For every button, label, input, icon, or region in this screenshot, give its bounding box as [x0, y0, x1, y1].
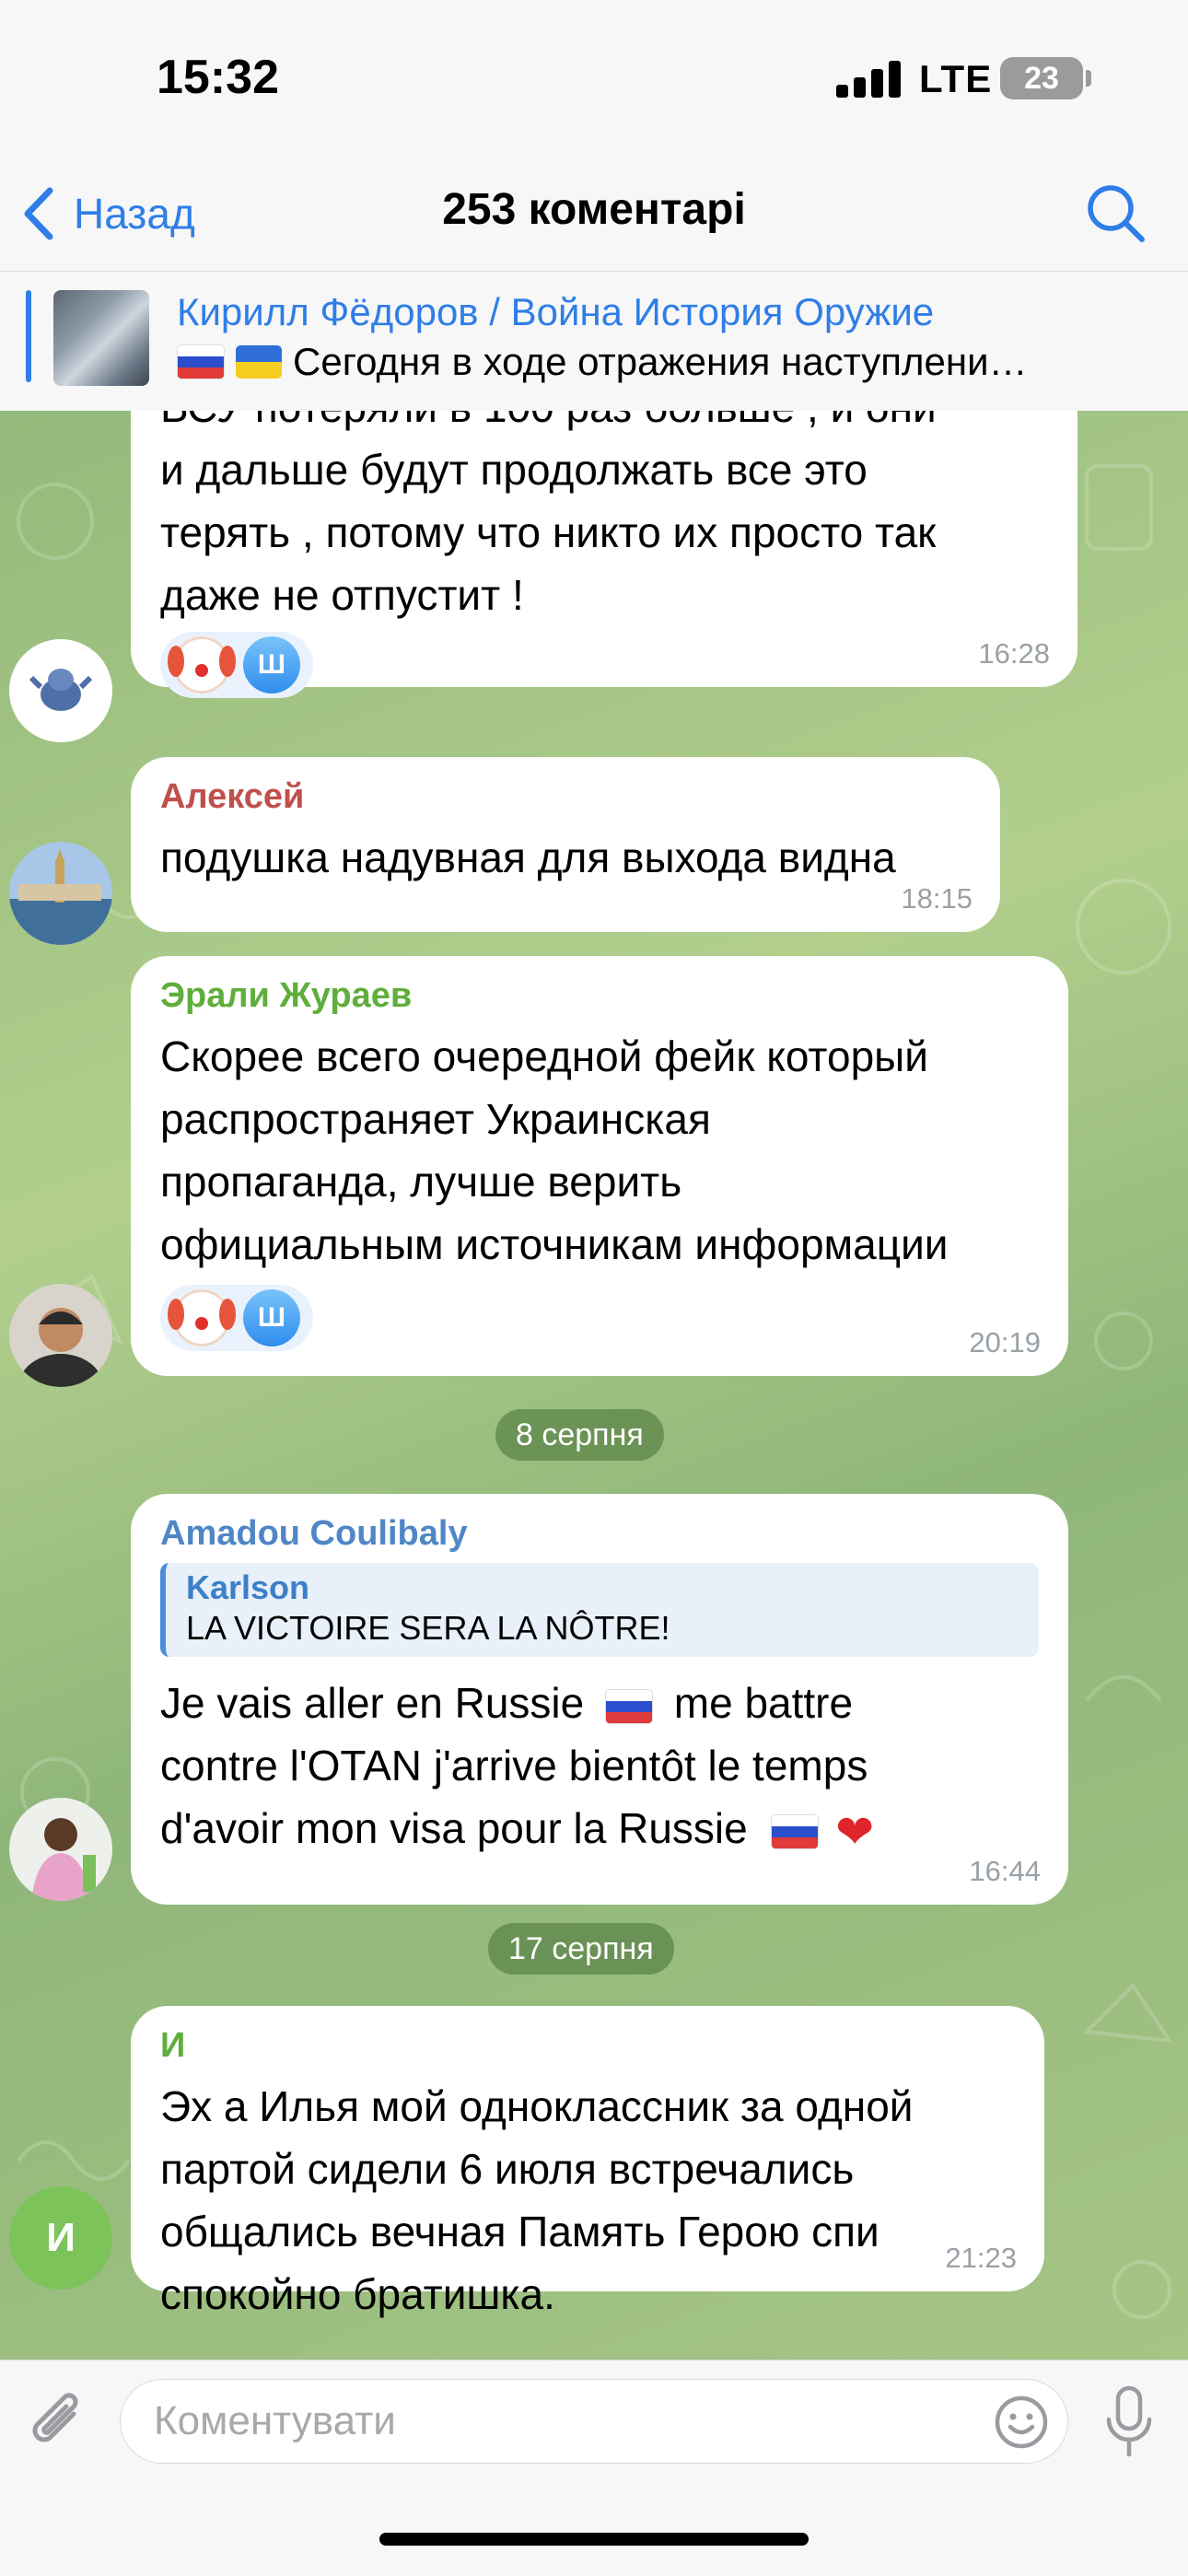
date-separator: 17 серпня [488, 1923, 674, 1975]
message-text: d'avoir mon visa pour la Russie [160, 1804, 748, 1852]
flag-russia-icon [770, 1813, 819, 1849]
home-indicator[interactable] [379, 2533, 809, 2546]
message-line: распространяет Украинская [160, 1095, 711, 1143]
avatar-letter: И [46, 2215, 76, 2260]
reaction-avatar: Ш [243, 636, 300, 694]
avatar-image [9, 639, 112, 742]
search-icon[interactable] [1083, 181, 1149, 247]
page-title: 253 коментарі [442, 185, 746, 234]
status-time: 15:32 [157, 51, 279, 104]
message-line: ВСУ потеряли в 100 раз больше , и они [160, 411, 1048, 438]
avatar-image [9, 842, 112, 945]
reaction-avatar: Ш [243, 1289, 300, 1346]
message-line: contre l'OTAN j'arrive bientôt le temps [160, 1742, 868, 1789]
message-bubble[interactable]: И Эх а Илья мой одноклассник за одной па… [131, 2006, 1044, 2318]
message-time: 21:23 [945, 2242, 1017, 2274]
avatar-image [9, 1284, 112, 1387]
quote-author: Karlson [186, 1568, 310, 1606]
sender-name[interactable]: Алексей [160, 777, 971, 817]
microphone-icon[interactable] [1101, 2384, 1157, 2462]
message-line: партой сидели 6 июля встречались [160, 2145, 855, 2193]
avatar[interactable] [9, 842, 112, 945]
battery-icon: 23 [1000, 57, 1083, 99]
message-line: пропаганда, лучше верить [160, 1158, 682, 1206]
message-line: Je vais aller en Russie me battre [160, 1672, 1039, 1734]
reactions[interactable]: Ш [160, 632, 313, 698]
avatar[interactable]: И [9, 2186, 112, 2290]
message-line: Скорее всего очередной фейк который [160, 1032, 928, 1080]
message-line: спокойно братишка. [160, 2270, 555, 2318]
message-time: 16:28 [978, 637, 1050, 670]
paperclip-icon[interactable] [26, 2386, 92, 2460]
message-line: Эх а Илья мой одноклассник за одной [160, 2082, 914, 2130]
heart-icon: ❤ [835, 1805, 875, 1858]
pinned-preview-text: Сегодня в ходе отражения наступлени… [293, 340, 1028, 383]
avatar[interactable] [9, 639, 112, 742]
quote-text: LA VICTOIRE SERA LA NÔTRE! [186, 1609, 670, 1647]
message-line: даже не отпустит ! [160, 571, 524, 619]
avatar[interactable] [9, 1284, 112, 1387]
signal-strength-icon [836, 61, 901, 98]
sender-name[interactable]: Amadou Coulibaly [160, 1514, 1039, 1554]
status-bar: 15:32 LTE 23 [0, 0, 1188, 158]
message-line: терять , потому что никто их просто так [160, 508, 937, 556]
pinned-preview: Сегодня в ходе отражения наступлени… [177, 340, 1153, 384]
reply-quote[interactable]: Karlson LA VICTOIRE SERA LA NÔTRE! [160, 1563, 1039, 1657]
clown-face-icon [168, 1289, 230, 1346]
sender-name[interactable]: Эрали Жураев [160, 976, 1039, 1016]
reactions[interactable]: Ш [160, 1285, 313, 1351]
clown-face-icon [168, 636, 230, 694]
message-bubble[interactable]: Алексей подушка надувная для выхода видн… [131, 757, 1000, 932]
flag-russia-icon [604, 1688, 653, 1724]
pinned-thumbnail [53, 290, 149, 386]
flag-russia-icon [177, 344, 225, 379]
message-line: общались вечная Память Герою спи [160, 2208, 879, 2255]
avatar[interactable] [9, 1798, 112, 1901]
emoji-icon[interactable] [993, 2394, 1050, 2451]
message-line: d'avoir mon visa pour la Russie ❤ [160, 1797, 1039, 1859]
flag-ukraine-icon [236, 345, 282, 379]
date-separator: 8 серпня [495, 1409, 664, 1461]
message-text: Je vais aller en Russie [160, 1679, 585, 1727]
message-time: 16:44 [969, 1855, 1041, 1887]
avatar-image [9, 1798, 112, 1901]
message-bubble[interactable]: Amadou Coulibaly Karlson LA VICTOIRE SER… [131, 1494, 1068, 1905]
pinned-post[interactable]: Кирилл Фёдоров / Война История Оружие Се… [0, 271, 1188, 412]
chat-area[interactable]: ВСУ потеряли в 100 раз больше , и они и … [0, 411, 1188, 2360]
battery-tip [1086, 70, 1091, 87]
message-line: и дальше будут продолжать все это [160, 446, 868, 494]
pinned-channel-title: Кирилл Фёдоров / Война История Оружие [177, 290, 935, 333]
message-bubble[interactable]: Эрали Жураев Скорее всего очередной фейк… [131, 956, 1068, 1376]
nav-bar: Назад 253 коментарі [0, 158, 1188, 271]
message-time: 20:19 [969, 1326, 1041, 1358]
message-time: 18:15 [901, 882, 973, 915]
comment-input[interactable] [120, 2379, 1068, 2464]
sender-name[interactable]: И [160, 2026, 1015, 2066]
message-bubble[interactable]: ВСУ потеряли в 100 раз больше , и они и … [131, 411, 1077, 698]
network-type: LTE [919, 57, 993, 100]
pinned-accent-bar [26, 290, 31, 382]
message-text: подушка надувная для выхода видна [160, 833, 896, 881]
message-line: официальным источникам информации [160, 1220, 949, 1268]
message-text: me battre [673, 1679, 854, 1727]
